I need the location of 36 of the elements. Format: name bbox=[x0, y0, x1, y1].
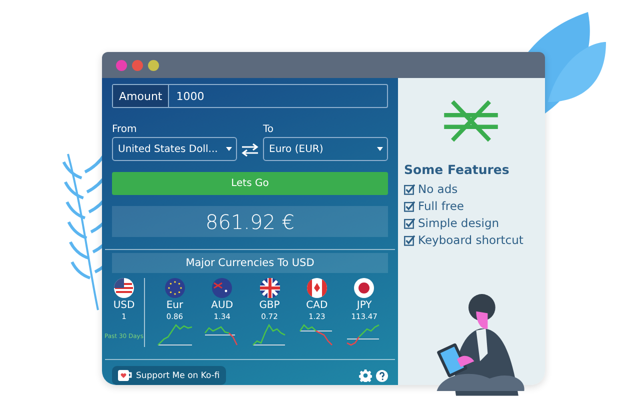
flag-icon bbox=[354, 278, 374, 298]
flag-icon bbox=[306, 278, 327, 298]
sparkline-chart bbox=[156, 323, 194, 347]
from-label: From bbox=[112, 124, 138, 135]
maximize-window-button[interactable] bbox=[148, 60, 159, 70]
settings-icon[interactable] bbox=[359, 369, 372, 382]
caret-icon bbox=[377, 147, 383, 151]
conversion-result: 861.92 € bbox=[112, 206, 388, 237]
swap-icon[interactable] bbox=[241, 143, 259, 157]
feature-label: No ads bbox=[418, 181, 458, 198]
currency-code: Eur bbox=[166, 300, 184, 311]
amount-value: 1000 bbox=[175, 88, 206, 104]
feature-label: Full free bbox=[418, 198, 464, 215]
cup-icon bbox=[118, 370, 132, 381]
currency-code: GBP bbox=[259, 300, 280, 311]
ko-fi-support-button[interactable]: Support Me on Ko-fi bbox=[112, 366, 226, 385]
currency-code: JPY bbox=[356, 300, 372, 311]
rates-heading: Major Currencies To USD bbox=[112, 253, 388, 273]
to-label: To bbox=[263, 124, 275, 135]
to-currency-dropdown[interactable]: Euro (EUR) bbox=[263, 137, 388, 161]
feature-label: Simple design bbox=[418, 215, 500, 232]
currency-code: AUD bbox=[211, 300, 234, 311]
flag-icon bbox=[212, 278, 232, 298]
currency-code: CAD bbox=[306, 300, 328, 311]
flag-icon bbox=[114, 278, 134, 298]
amount-label: Amount bbox=[113, 85, 170, 107]
currency-code: USD bbox=[113, 300, 135, 311]
feature-label: Keyboard shortcut bbox=[418, 232, 524, 249]
logo-icon bbox=[444, 100, 498, 142]
features-heading: Some Features bbox=[404, 162, 510, 177]
from-currency-dropdown[interactable]: United States Doll... bbox=[112, 137, 237, 161]
caret-icon bbox=[226, 147, 232, 151]
flag-icon bbox=[164, 278, 185, 298]
help-icon[interactable] bbox=[376, 370, 388, 382]
amount-field[interactable]: Amount 1000 bbox=[112, 84, 388, 108]
flag-icon bbox=[260, 278, 280, 298]
